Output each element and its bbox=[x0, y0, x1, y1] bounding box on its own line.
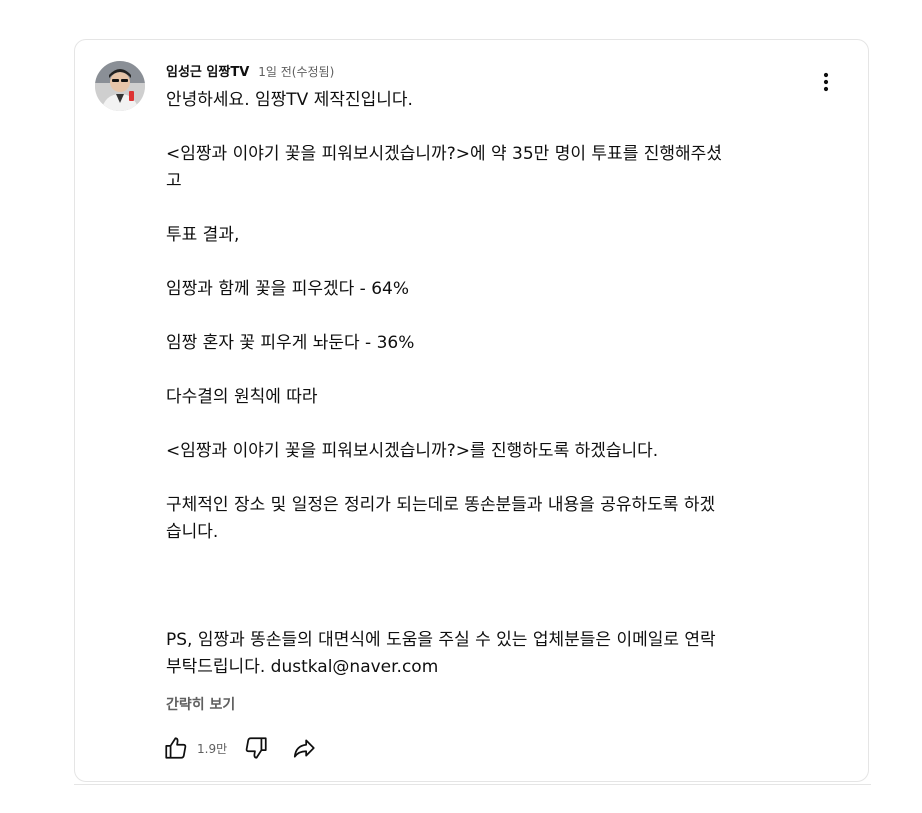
more-options-button[interactable] bbox=[814, 70, 838, 94]
read-less-button[interactable]: 간략히 보기 bbox=[166, 694, 235, 714]
comment-line: <임짱과 이야기 꽃을 피워보시겠습니까?>를 진행하도록 하겠습니다. bbox=[166, 441, 659, 461]
comment-text: 안녕하세요. 임짱TV 제작진입니다. <임짱과 이야기 꽃을 피워보시겠습니까… bbox=[166, 87, 816, 681]
comment-line: 임짱과 함께 꽃을 피우겠다 - 64% bbox=[166, 279, 409, 299]
comment-line bbox=[166, 573, 816, 600]
comment-line: 안녕하세요. 임짱TV 제작진입니다. bbox=[166, 90, 413, 110]
comment-line bbox=[166, 411, 816, 438]
comment-line: 다수결의 원칙에 따라 bbox=[166, 387, 318, 407]
comment-line bbox=[166, 357, 816, 384]
comment-line: 투표 결과, bbox=[166, 225, 240, 245]
dislike-button[interactable] bbox=[243, 735, 269, 761]
comment-line bbox=[166, 465, 816, 492]
comment-line bbox=[166, 303, 816, 330]
comment-line: <임짱과 이야기 꽃을 피워보시겠습니까?>에 약 35만 명이 투표를 진행해… bbox=[166, 144, 722, 164]
comment-line: 습니다. bbox=[166, 522, 219, 542]
share-button[interactable] bbox=[291, 735, 317, 761]
like-count: 1.9만 bbox=[197, 741, 228, 756]
comment-line bbox=[166, 600, 816, 627]
comment-actions: 1.9만 bbox=[163, 736, 317, 760]
comment-line: 고 bbox=[166, 171, 182, 191]
comment-line bbox=[166, 195, 816, 222]
avatar[interactable] bbox=[95, 61, 145, 111]
comment-card: 임성근 임짱TV 1일 전(수정됨) 안녕하세요. 임짱TV 제작진입니다. <… bbox=[74, 39, 869, 782]
share-icon bbox=[294, 739, 315, 758]
more-vertical-icon bbox=[823, 72, 829, 92]
comment-line: 임짱 혼자 꽃 피우게 놔둔다 - 36% bbox=[166, 333, 415, 353]
like-button[interactable] bbox=[163, 735, 189, 761]
comment-header: 임성근 임짱TV 1일 전(수정됨) bbox=[166, 61, 334, 81]
author-name[interactable]: 임성근 임짱TV bbox=[166, 61, 249, 80]
comment-line: 부탁드립니다. dustkal@naver.com bbox=[166, 657, 439, 677]
comment-line bbox=[166, 546, 816, 573]
thumbs-down-icon bbox=[245, 737, 267, 759]
thumbs-up-icon bbox=[165, 737, 187, 759]
divider bbox=[74, 784, 871, 785]
comment-line bbox=[166, 249, 816, 276]
comment-line bbox=[166, 114, 816, 141]
comment-line: 구체적인 장소 및 일정은 정리가 되는데로 똥손분들과 내용을 공유하도록 하… bbox=[166, 495, 716, 515]
comment-time[interactable]: 1일 전(수정됨) bbox=[258, 63, 334, 80]
comment-line: PS, 임짱과 똥손들의 대면식에 도움을 주실 수 있는 업체분들은 이메일로… bbox=[166, 630, 716, 650]
